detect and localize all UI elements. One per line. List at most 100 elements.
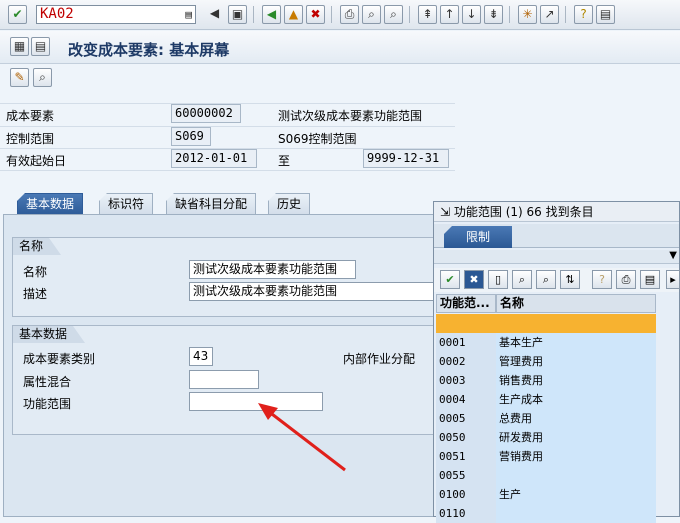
table-cell-code[interactable]: 0110 xyxy=(436,504,496,523)
shortcut-icon[interactable]: ↗ xyxy=(540,5,559,24)
layout-menu-icon[interactable]: ▤ xyxy=(596,5,615,24)
attribute-mix-input[interactable] xyxy=(189,370,259,389)
table-cell-name[interactable]: 营销费用 xyxy=(496,447,656,466)
column-header-code[interactable]: 功能范... xyxy=(436,294,496,313)
table-cell-name[interactable]: 管理费用 xyxy=(496,352,656,371)
description-label: 描述 xyxy=(23,287,48,301)
description-input[interactable]: 测试次级成本要素功能范围 xyxy=(189,282,443,301)
command-field[interactable]: KA02 ▤ xyxy=(36,5,196,24)
table-cell-code[interactable]: 0051 xyxy=(436,447,496,466)
table-cell-name[interactable]: 销售费用 xyxy=(496,371,656,390)
other-object-icon[interactable]: ⌕ xyxy=(33,68,52,87)
table-cell-code[interactable]: 0002 xyxy=(436,352,496,371)
cost-element-category-label: 成本要素类别 xyxy=(23,352,96,366)
controlling-area-field[interactable]: S069 xyxy=(171,127,211,146)
popup-toolbar: ✔ ✖ ▯ ⌕ ⌕ ⇅ ? ⎙ ▤ ▸ xyxy=(434,268,680,292)
basic-data-group-title: 基本数据 xyxy=(13,326,85,343)
table-cell-name[interactable] xyxy=(496,504,656,523)
functional-area-label: 功能范围 xyxy=(23,397,72,411)
table-cell-code[interactable] xyxy=(436,314,496,333)
cancel-icon[interactable]: ✖ xyxy=(306,5,325,24)
valid-to-label: 至 xyxy=(278,154,291,168)
name-input[interactable]: 测试次级成本要素功能范围 xyxy=(189,260,356,279)
expand-triangle-icon[interactable]: ▼ xyxy=(669,250,677,261)
toolbar-separator xyxy=(331,6,332,23)
table-cell-name[interactable] xyxy=(496,466,656,485)
list-icon[interactable]: ▤ xyxy=(640,270,660,289)
first-page-icon[interactable]: ⇞ xyxy=(418,5,437,24)
table-cell-code[interactable]: 0100 xyxy=(436,485,496,504)
table-cell-name[interactable]: 生产成本 xyxy=(496,390,656,409)
title-bar: ▦ ▤ 改变成本要素: 基本屏幕 xyxy=(0,31,680,64)
table-cell-code[interactable]: 0001 xyxy=(436,333,496,352)
names-group-title: 名称 xyxy=(13,238,61,255)
table-cell-name[interactable]: 研发费用 xyxy=(496,428,656,447)
table-cell-name[interactable] xyxy=(496,314,656,333)
table-cell-code[interactable]: 0004 xyxy=(436,390,496,409)
tab-history[interactable]: 历史 xyxy=(268,193,311,214)
popup-title-bar: ⇲ 功能范围 (1) 66 找到条目 xyxy=(434,202,679,222)
restriction-tab-strip: 限制 xyxy=(434,224,679,248)
controlling-area-label: 控制范围 xyxy=(6,132,55,146)
tab-indicators[interactable]: 标识符 xyxy=(99,193,154,214)
valid-from-field[interactable]: 2012-01-01 xyxy=(171,149,257,168)
table-cell-name[interactable]: 总费用 xyxy=(496,409,656,428)
column-header-name[interactable]: 名称 xyxy=(496,294,656,313)
basic-data-group: 基本数据 成本要素类别 43 内部作业分配 属性混合 功能范围 xyxy=(12,325,442,435)
confirm-check-icon[interactable]: ✔ xyxy=(440,270,460,289)
display-change-icon[interactable]: ✎ xyxy=(10,68,29,87)
previous-page-icon[interactable]: ↑ xyxy=(440,5,459,24)
cost-element-description: 测试次级成本要素功能范围 xyxy=(278,109,423,123)
system-toolbar: ✔ KA02 ▤ ◀ ▣ ◀ ▲ ✖ ⎙ ⌕ ⌕ ⇞ ↑ ↓ ⇟ ✳ ↗ ? ▤ xyxy=(0,0,680,30)
help-icon[interactable]: ? xyxy=(592,270,612,289)
restriction-tab[interactable]: 限制 xyxy=(444,226,513,248)
table-cell-code[interactable]: 0055 xyxy=(436,466,496,485)
print-icon[interactable]: ⎙ xyxy=(616,270,636,289)
controlling-area-description: S069控制范围 xyxy=(278,132,357,146)
tab-default-account-assignment[interactable]: 缺省科目分配 xyxy=(166,193,257,214)
new-document-icon[interactable]: ▯ xyxy=(488,270,508,289)
next-page-icon[interactable]: ↓ xyxy=(462,5,481,24)
cancel-x-icon[interactable]: ✖ xyxy=(464,270,484,289)
find-next-icon[interactable]: ⌕ xyxy=(536,270,556,289)
settings-icon[interactable]: ▸ xyxy=(666,270,680,289)
popup-window-icon: ⇲ xyxy=(440,205,451,219)
save-icon[interactable]: ▣ xyxy=(228,5,247,24)
toolbar-separator xyxy=(409,6,410,23)
table-cell-name[interactable]: 基本生产 xyxy=(496,333,656,352)
tab-basic-data[interactable]: 基本数据 xyxy=(17,193,84,214)
find-icon[interactable]: ⌕ xyxy=(512,270,532,289)
enter-check-icon[interactable]: ✔ xyxy=(8,5,27,24)
attribute-mix-label: 属性混合 xyxy=(23,375,72,389)
table-cell-name[interactable]: 生产 xyxy=(496,485,656,504)
new-session-icon[interactable]: ✳ xyxy=(518,5,537,24)
list-icon[interactable]: ▤ xyxy=(31,37,50,56)
restriction-area: ▼ xyxy=(434,250,679,264)
cost-element-field[interactable]: 60000002 xyxy=(171,104,241,123)
popup-title: 功能范围 (1) 66 找到条目 xyxy=(453,205,594,219)
sort-icon[interactable]: ⇅ xyxy=(560,270,580,289)
back-icon[interactable]: ◀ xyxy=(262,5,281,24)
names-group: 名称 名称 测试次级成本要素功能范围 描述 测试次级成本要素功能范围 xyxy=(12,237,443,317)
find-next-icon[interactable]: ⌕ xyxy=(384,5,403,24)
valid-to-field[interactable]: 9999-12-31 xyxy=(363,149,449,168)
triangle-left-icon[interactable]: ◀ xyxy=(205,5,224,24)
functional-area-search-help-popup: ⇲ 功能范围 (1) 66 找到条目 限制 ▼ ✔ ✖ ▯ ⌕ ⌕ ⇅ ? ⎙ … xyxy=(433,201,680,523)
print-icon[interactable]: ⎙ xyxy=(340,5,359,24)
exit-icon[interactable]: ▲ xyxy=(284,5,303,24)
table-cell-code[interactable]: 0005 xyxy=(436,409,496,428)
table-cell-code[interactable]: 0003 xyxy=(436,371,496,390)
last-page-icon[interactable]: ⇟ xyxy=(484,5,503,24)
valid-from-label: 有效起始日 xyxy=(6,154,67,168)
table-cell-code[interactable]: 0050 xyxy=(436,428,496,447)
find-icon[interactable]: ⌕ xyxy=(362,5,381,24)
cost-element-label: 成本要素 xyxy=(6,109,55,123)
cost-element-category-input[interactable]: 43 xyxy=(189,347,213,366)
tab-panel: 名称 名称 测试次级成本要素功能范围 描述 测试次级成本要素功能范围 基本数据 … xyxy=(3,214,443,517)
divider xyxy=(0,170,455,171)
name-label: 名称 xyxy=(23,265,48,279)
divider xyxy=(0,126,455,127)
command-history-icon[interactable]: ▤ xyxy=(185,6,192,23)
help-icon[interactable]: ? xyxy=(574,5,593,24)
menu-icon[interactable]: ▦ xyxy=(10,37,29,56)
